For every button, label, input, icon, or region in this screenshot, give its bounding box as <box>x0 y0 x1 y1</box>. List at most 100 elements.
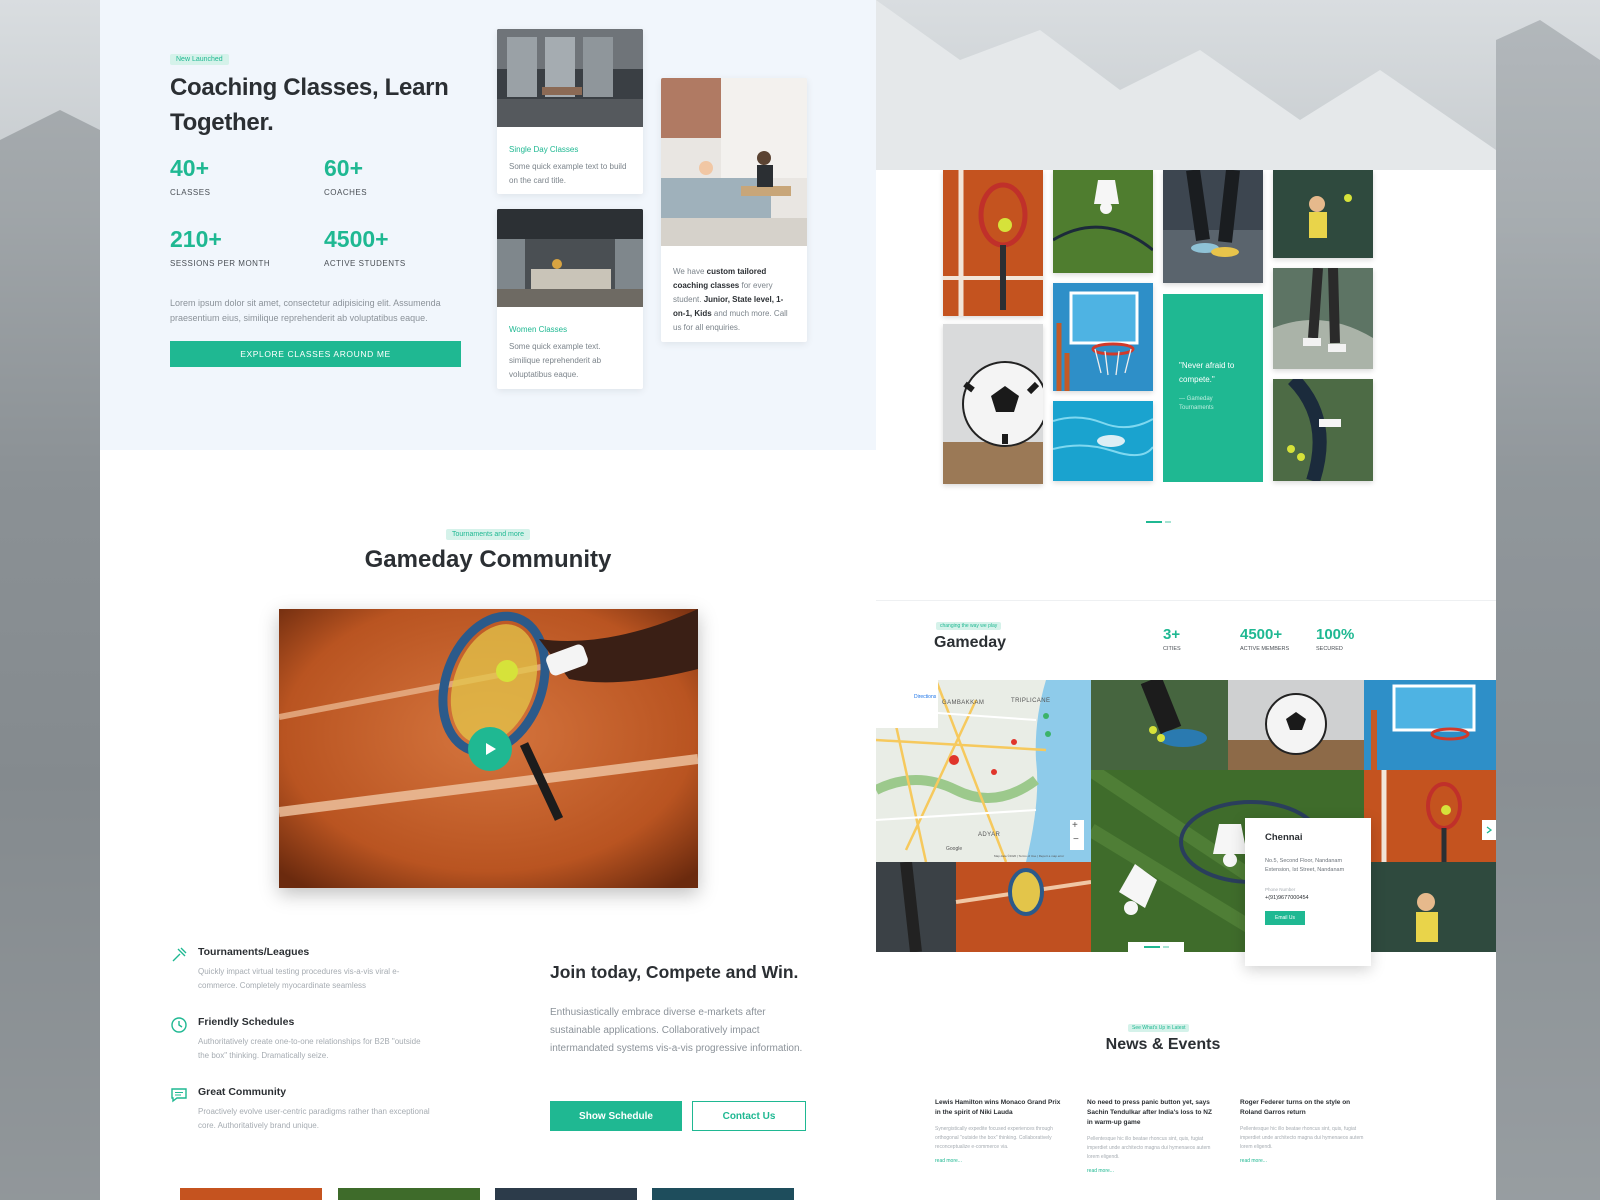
map-label: GAMBAKKAM <box>942 700 985 706</box>
stat-students: 4500+ ACTIVE STUDENTS <box>324 226 406 268</box>
news-title: News & Events <box>1105 1036 1221 1053</box>
photo-runner-feet[interactable] <box>1163 170 1263 283</box>
feature-title: Tournaments/Leagues <box>198 946 310 958</box>
community-title: Gameday Community <box>364 546 612 573</box>
news-tag: See What's Up in Latest <box>1128 1024 1190 1032</box>
trophy-icon <box>172 947 187 962</box>
news-item[interactable]: Roger Federer turns on the style on Rola… <box>1240 1098 1372 1164</box>
news-headline: No need to press panic button yet, says … <box>1087 1099 1212 1126</box>
stat-value: 3+ <box>1163 626 1181 643</box>
quote-text: "Never afraid to compete." <box>1179 361 1235 384</box>
player-legs-photo <box>1273 268 1373 369</box>
photo-soccer[interactable] <box>1228 680 1364 770</box>
chat-icon <box>171 1088 187 1103</box>
feature-title: Great Community <box>198 1086 287 1098</box>
feature-desc: Proactively evolve user-centric paradigm… <box>198 1107 430 1130</box>
tennis-shoe-photo <box>1091 680 1228 770</box>
coaching-hero-section: New Launched Coaching Classes, Learn Tog… <box>100 0 876 450</box>
card-body: We have custom tailored coaching classes… <box>673 265 795 335</box>
stat-classes: 40+ CLASSES <box>170 155 210 197</box>
stat-label: CITIES <box>1163 646 1181 652</box>
next-arrow-button[interactable] <box>1482 820 1496 840</box>
stat-label: CLASSES <box>170 188 211 197</box>
news-headline: Lewis Hamilton wins Monaco Grand Prix in… <box>935 1099 1061 1116</box>
women-classes-card[interactable]: Women Classes Some quick example text. s… <box>497 209 643 389</box>
stat-value: 4500+ <box>324 226 389 252</box>
photo-swimmer[interactable] <box>1053 401 1153 481</box>
lounge-photo <box>661 78 807 246</box>
news-summary: Pellentesque hic illo beatae rhoncus sin… <box>1087 1136 1211 1160</box>
gameday-title: Gameday <box>934 634 1007 651</box>
quote-source: — Gameday Tournaments <box>1179 396 1214 411</box>
feature-title: Friendly Schedules <box>198 1016 295 1028</box>
clock-icon <box>171 1017 187 1033</box>
email-us-button[interactable]: Email Us <box>1265 911 1305 925</box>
read-more-link[interactable]: read more... <box>935 1158 1067 1164</box>
section-divider <box>876 600 1496 601</box>
single-day-classes-card[interactable]: Single Day Classes Some quick example te… <box>497 29 643 194</box>
tennis-ball-photo <box>1273 379 1373 481</box>
read-more-link[interactable]: read more... <box>1240 1158 1372 1164</box>
hero-title: Coaching Classes, Learn Together. <box>170 74 449 136</box>
photo-shuttlecock[interactable] <box>1053 170 1153 273</box>
play-button[interactable] <box>468 727 512 771</box>
feature-desc: Authoritatively create one-to-one relati… <box>198 1037 421 1060</box>
photo-tennis-court[interactable] <box>876 862 1091 952</box>
photo-basketball-hoop[interactable] <box>1053 283 1153 391</box>
gameday-tag: changing the way we play <box>936 622 1002 630</box>
photo-racket-clay[interactable] <box>1364 770 1496 862</box>
news-item[interactable]: Lewis Hamilton wins Monaco Grand Prix in… <box>935 1098 1067 1164</box>
hero-description: Lorem ipsum dolor sit amet, consectetur … <box>170 298 441 323</box>
news-item[interactable]: No need to press panic button yet, says … <box>1087 1098 1219 1174</box>
stat-secured: 100% SECURED <box>1316 626 1354 652</box>
carousel-dots[interactable] <box>1146 510 1174 528</box>
photo-soccer-ball[interactable] <box>943 324 1043 484</box>
custom-coaching-card[interactable]: We have custom tailored coaching classes… <box>661 78 807 342</box>
directions-link[interactable]: Directions <box>914 694 936 700</box>
show-schedule-button[interactable]: Show Schedule <box>550 1101 682 1131</box>
shuttlecock-photo <box>1053 170 1153 273</box>
stat-label: COACHES <box>324 188 368 197</box>
photo-tennis-racket[interactable] <box>943 170 1043 316</box>
basketball-hoop-photo <box>1053 283 1153 391</box>
chevron-right-icon <box>1486 826 1492 834</box>
stat-value: 60+ <box>324 155 364 181</box>
photo-tennis-shoe[interactable] <box>1091 680 1228 770</box>
stat-coaches: 60+ COACHES <box>324 155 367 197</box>
dot[interactable] <box>1162 946 1169 948</box>
phone-label: Phone Number <box>1265 887 1296 892</box>
card-text: We have <box>673 267 707 276</box>
thumbnail-court[interactable] <box>652 1188 794 1200</box>
thumbnail-badminton[interactable] <box>338 1188 480 1200</box>
contact-us-button[interactable]: Contact Us <box>692 1101 806 1131</box>
news-summary: Pellentesque hic illo beatae rhoncus sin… <box>1240 1126 1364 1150</box>
explore-classes-button[interactable]: EXPLORE CLASSES AROUND ME <box>170 341 461 367</box>
feature-tournaments: Tournaments/Leagues Quickly impact virtu… <box>170 946 430 993</box>
soccer-photo <box>1228 680 1364 770</box>
photo-basketball[interactable] <box>1364 680 1496 770</box>
stat-members: 4500+ ACTIVE MEMBERS <box>1240 626 1289 652</box>
thumbnail-tennis[interactable] <box>180 1188 322 1200</box>
tennis-player-2-photo <box>1364 862 1496 952</box>
photo-tennis-ball-bounce[interactable] <box>1273 379 1373 481</box>
zoom-in-icon[interactable]: + <box>1072 820 1078 832</box>
office-photo <box>497 29 643 127</box>
chennai-map[interactable]: Directions GAMBAKKAM TRIPLICANE ADYAR + … <box>876 680 1091 862</box>
photo-tennis-player[interactable] <box>1273 170 1373 258</box>
stat-sessions: 210+ SESSIONS PER MONTH <box>170 226 270 268</box>
zoom-out-icon[interactable]: − <box>1073 834 1079 846</box>
feature-schedules: Friendly Schedules Authoritatively creat… <box>170 1016 430 1063</box>
photo-player-legs[interactable] <box>1273 268 1373 369</box>
stat-label: SESSIONS PER MONTH <box>170 259 271 268</box>
sports-photo-grid: "Never afraid to compete." — Gameday Tou… <box>876 170 1496 490</box>
read-more-link[interactable]: read more... <box>1087 1168 1219 1174</box>
thumbnail-running[interactable] <box>495 1188 637 1200</box>
mosaic-carousel-dots[interactable] <box>1128 942 1184 952</box>
photo-tennis-player-2[interactable] <box>1364 862 1496 952</box>
map-label: ADYAR <box>978 832 1001 838</box>
basketball-photo <box>1364 680 1496 770</box>
news-summary: Synergistically expedite focused experie… <box>935 1126 1053 1150</box>
dot-active[interactable] <box>1143 946 1160 948</box>
feature-desc: Quickly impact virtual testing procedure… <box>198 967 400 990</box>
card-title: Single Day Classes <box>509 145 579 154</box>
